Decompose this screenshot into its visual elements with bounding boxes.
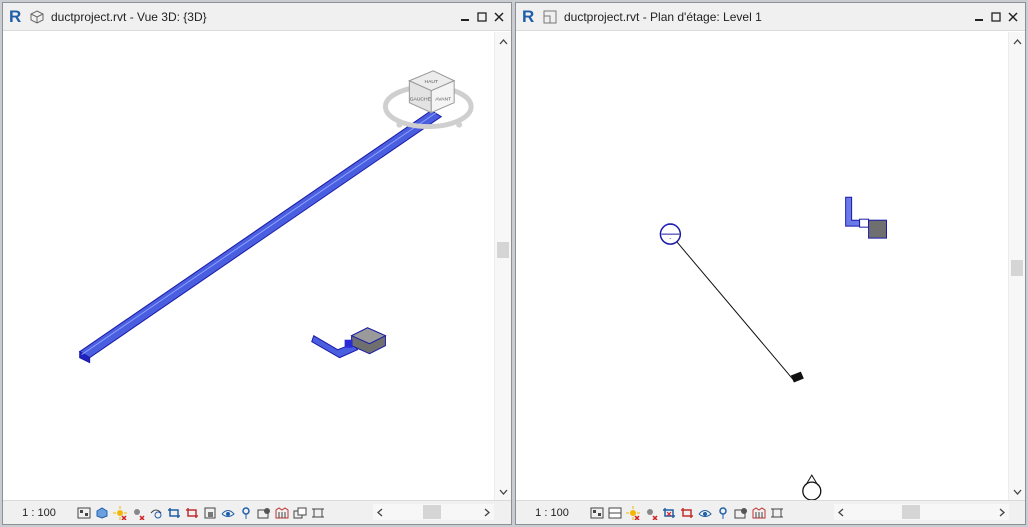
scroll-thumb[interactable] <box>497 242 509 258</box>
vertical-scrollbar[interactable] <box>494 32 511 502</box>
analytical-model-icon[interactable] <box>750 505 767 521</box>
scale-label[interactable]: 1 : 100 <box>516 507 588 519</box>
window-title: ductproject.rvt - Vue 3D: {3D} <box>51 9 207 24</box>
sun-path-icon[interactable] <box>624 505 641 521</box>
hscroll-thumb[interactable] <box>902 505 920 519</box>
visual-style-icon[interactable] <box>606 505 623 521</box>
hide-isolate-icon[interactable] <box>219 505 236 521</box>
minimize-icon[interactable] <box>971 9 987 25</box>
scroll-down-icon[interactable] <box>495 484 511 500</box>
duct-fitting-3d[interactable] <box>311 327 387 359</box>
horizontal-scrollbar[interactable] <box>373 504 494 520</box>
detail-level-icon[interactable] <box>75 505 92 521</box>
crop-view-icon[interactable] <box>660 505 677 521</box>
viewcube-top-label: HAUT <box>424 79 438 85</box>
scroll-down-icon[interactable] <box>1009 484 1025 500</box>
revit-logo-icon: R <box>9 6 22 26</box>
crop-region-icon[interactable] <box>183 505 200 521</box>
elevation-marker[interactable] <box>802 474 822 501</box>
highlight-displacement-icon[interactable] <box>291 505 308 521</box>
horizontal-scrollbar[interactable] <box>834 504 1009 520</box>
detail-level-icon[interactable] <box>588 505 605 521</box>
3d-canvas[interactable]: HAUT GAUCHE AVANT <box>3 32 494 502</box>
sun-path-icon[interactable] <box>111 505 128 521</box>
minimize-icon[interactable] <box>457 9 473 25</box>
scroll-thumb[interactable] <box>1011 260 1023 276</box>
floor-plan-window: R ductproject.rvt - Plan d'étage: Level … <box>515 2 1026 525</box>
reveal-hidden-icon[interactable] <box>714 505 731 521</box>
duct-run-3d[interactable] <box>78 110 443 364</box>
crop-view-icon[interactable] <box>165 505 182 521</box>
scroll-right-icon[interactable] <box>995 504 1009 520</box>
scroll-left-icon[interactable] <box>834 504 848 520</box>
plan-canvas[interactable]: - <box>516 32 1008 502</box>
analytical-model-icon[interactable] <box>273 505 290 521</box>
3d-view-window: R ductproject.rvt - Vue 3D: {3D} HAUT GA… <box>2 2 512 525</box>
render-icon[interactable] <box>147 505 164 521</box>
window-title: ductproject.rvt - Plan d'étage: Level 1 <box>564 9 762 24</box>
temporary-properties-icon[interactable] <box>732 505 749 521</box>
lock-view-icon[interactable] <box>201 505 218 521</box>
3d-view-icon <box>30 9 44 24</box>
shadows-icon[interactable] <box>129 505 146 521</box>
floor-plan-titlebar[interactable]: R ductproject.rvt - Plan d'étage: Level … <box>516 3 1025 31</box>
scroll-up-icon[interactable] <box>495 34 511 50</box>
close-icon[interactable] <box>1005 9 1021 25</box>
crop-region-icon[interactable] <box>678 505 695 521</box>
section-head-marker[interactable]: - <box>659 223 682 245</box>
floor-plan-view-icon <box>543 10 557 23</box>
duct-fitting-plan[interactable] <box>845 196 887 239</box>
close-icon[interactable] <box>491 9 507 25</box>
scale-label[interactable]: 1 : 100 <box>3 507 75 519</box>
vertical-scrollbar[interactable] <box>1008 32 1025 502</box>
reveal-constraints-icon[interactable] <box>768 505 785 521</box>
temporary-properties-icon[interactable] <box>255 505 272 521</box>
scroll-up-icon[interactable] <box>1009 34 1025 50</box>
revit-logo-icon: R <box>522 6 535 26</box>
hscroll-thumb[interactable] <box>423 505 441 519</box>
shadows-icon[interactable] <box>642 505 659 521</box>
section-line[interactable] <box>674 239 804 383</box>
reveal-constraints-icon[interactable] <box>309 505 326 521</box>
visual-style-icon[interactable] <box>93 505 110 521</box>
viewcube-right-label: AVANT <box>435 97 451 103</box>
scroll-left-icon[interactable] <box>373 504 387 520</box>
3d-view-titlebar[interactable]: R ductproject.rvt - Vue 3D: {3D} <box>3 3 511 31</box>
hide-isolate-icon[interactable] <box>696 505 713 521</box>
reveal-hidden-icon[interactable] <box>237 505 254 521</box>
viewcube-left-label: GAUCHE <box>410 97 432 103</box>
maximize-icon[interactable] <box>988 9 1004 25</box>
svg-text:-: - <box>669 236 671 242</box>
scroll-right-icon[interactable] <box>480 504 494 520</box>
maximize-icon[interactable] <box>474 9 490 25</box>
